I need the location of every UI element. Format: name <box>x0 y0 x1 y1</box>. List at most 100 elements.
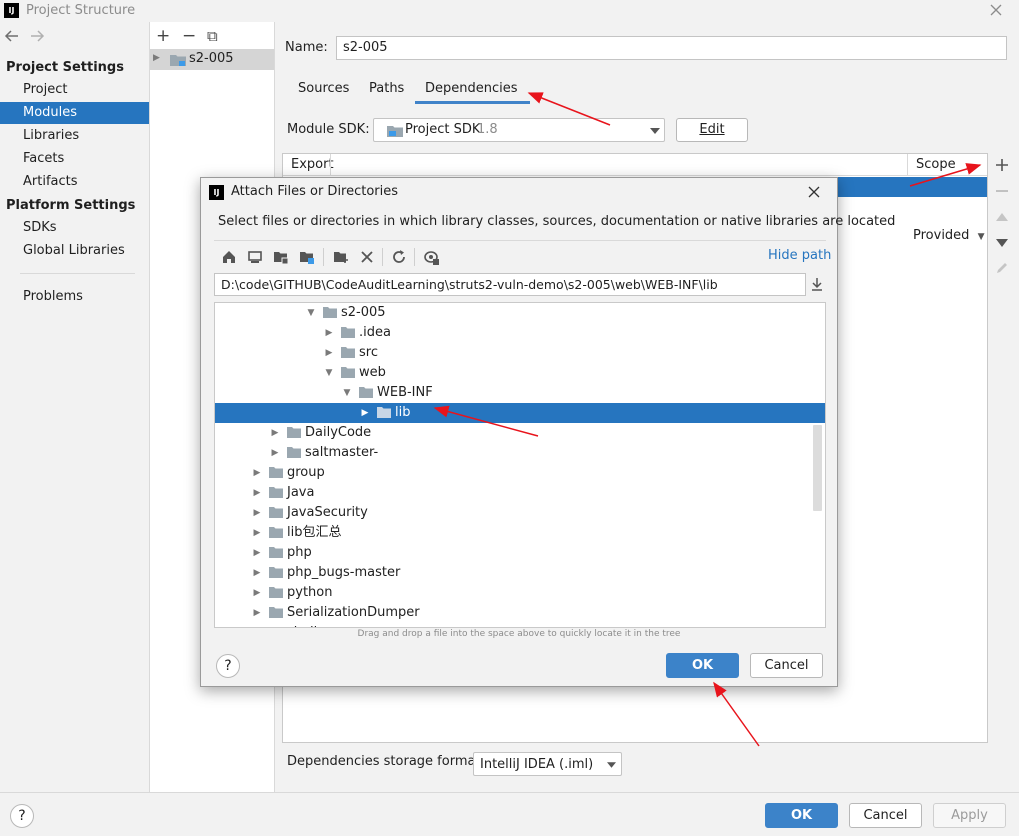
tree-item[interactable]: ▶ php_bugs-master <box>215 563 825 583</box>
tab-sources[interactable]: Sources <box>298 81 349 96</box>
dialog-divider <box>214 240 826 241</box>
chevron-right-icon[interactable]: ▶ <box>359 403 371 423</box>
chevron-down-icon: ▼ <box>977 232 985 242</box>
dialog-close-icon[interactable] <box>808 186 820 198</box>
chevron-right-icon[interactable]: ▶ <box>251 543 263 563</box>
forward-arrow-icon[interactable] <box>29 29 45 43</box>
help-button[interactable]: ? <box>10 804 34 828</box>
chevron-right-icon[interactable]: ▶ <box>251 583 263 603</box>
nav-item-modules[interactable]: Modules <box>0 102 149 124</box>
move-down-icon[interactable] <box>996 239 1008 247</box>
dialog-help-button[interactable]: ? <box>216 654 240 678</box>
storage-format-value: IntelliJ IDEA (.iml) <box>480 757 594 772</box>
add-module-button[interactable]: + <box>156 26 170 46</box>
move-up-icon[interactable] <box>996 213 1008 221</box>
nav-item-artifacts[interactable]: Artifacts <box>0 171 149 193</box>
module-row-s2-005[interactable]: ▶ s2-005 <box>150 49 274 70</box>
nav-item-sdks[interactable]: SDKs <box>0 217 149 239</box>
nav-item-libraries[interactable]: Libraries <box>0 125 149 147</box>
tree-item[interactable]: ▶ Java <box>215 483 825 503</box>
delete-icon[interactable] <box>358 248 376 266</box>
tree-item[interactable]: ▶ python <box>215 583 825 603</box>
tree-item[interactable]: ▶ shell <box>215 623 825 627</box>
show-hidden-icon[interactable] <box>422 248 440 266</box>
tree-item[interactable]: ▶ group <box>215 463 825 483</box>
copy-module-button[interactable]: ⧉ <box>207 27 218 45</box>
add-icon[interactable] <box>996 159 1008 171</box>
nav-item-problems[interactable]: Problems <box>0 286 149 308</box>
chevron-down-icon[interactable]: ▼ <box>323 363 335 383</box>
tree-scrollbar[interactable] <box>813 425 822 511</box>
folder-icon <box>287 447 301 458</box>
chevron-right-icon[interactable]: ▶ <box>323 343 335 363</box>
nav-item-global-libraries[interactable]: Global Libraries <box>0 240 149 262</box>
chevron-right-icon[interactable]: ▶ <box>251 483 263 503</box>
chevron-down-icon[interactable]: ▼ <box>341 383 353 403</box>
file-tree[interactable]: ▼ s2-005 ▶ .idea ▶ src ▼ web ▼ WEB-INF ▶ lib ▶ DailyC… <box>214 302 826 628</box>
chevron-right-icon[interactable]: ▶ <box>251 603 263 623</box>
module-folder-icon[interactable] <box>298 248 316 266</box>
cancel-button[interactable]: Cancel <box>849 803 922 828</box>
chevron-right-icon[interactable]: ▶ <box>323 323 335 343</box>
tree-item-label: group <box>287 465 325 480</box>
tree-item[interactable]: ▼ WEB-INF <box>215 383 825 403</box>
chevron-right-icon[interactable]: ▶ <box>269 423 281 443</box>
column-scope[interactable]: Scope <box>916 157 956 172</box>
chevron-right-icon[interactable]: ▶ <box>251 463 263 483</box>
chevron-right-icon[interactable]: ▶ <box>251 523 263 543</box>
folder-icon <box>287 427 301 438</box>
pencil-icon[interactable] <box>995 261 1009 275</box>
tree-item[interactable]: ▶ DailyCode <box>215 423 825 443</box>
chevron-right-icon[interactable]: ▶ <box>251 563 263 583</box>
expand-arrow-icon[interactable]: ▶ <box>153 53 160 63</box>
new-folder-icon[interactable] <box>332 248 350 266</box>
refresh-icon[interactable] <box>390 248 408 266</box>
module-name-input[interactable]: s2-005 <box>336 36 1007 60</box>
tree-item[interactable]: ▶ saltmaster- <box>215 443 825 463</box>
tree-item[interactable]: ▶ SerializationDumper <box>215 603 825 623</box>
tree-item[interactable]: ▶ lib <box>215 403 825 423</box>
folder-icon <box>269 487 283 498</box>
folder-icon <box>377 407 391 418</box>
desktop-icon[interactable] <box>246 248 264 266</box>
storage-format-dropdown[interactable]: IntelliJ IDEA (.iml) <box>473 752 622 776</box>
tree-item-label: s2-005 <box>341 305 386 320</box>
remove-icon[interactable] <box>996 185 1008 197</box>
dialog-ok-button[interactable]: OK <box>666 653 739 678</box>
chevron-right-icon[interactable]: ▶ <box>251 623 263 627</box>
dialog-cancel-button[interactable]: Cancel <box>750 653 823 678</box>
tree-item[interactable]: ▶ src <box>215 343 825 363</box>
scope-dropdown[interactable]: Provided ▼ <box>913 228 985 243</box>
tree-item[interactable]: ▼ web <box>215 363 825 383</box>
footer-divider <box>0 792 1019 793</box>
chevron-right-icon[interactable]: ▶ <box>269 443 281 463</box>
home-icon[interactable] <box>220 248 238 266</box>
back-arrow-icon[interactable] <box>4 29 20 43</box>
tree-item[interactable]: ▶ php <box>215 543 825 563</box>
edit-sdk-button[interactable]: Edit <box>676 118 748 142</box>
folder-icon <box>341 327 355 338</box>
tree-item[interactable]: ▼ s2-005 <box>215 303 825 323</box>
path-input[interactable]: D:\code\GITHUB\CodeAuditLearning\struts2… <box>214 273 806 296</box>
column-export[interactable]: Export <box>291 157 334 172</box>
module-sdk-dropdown[interactable]: Project SDK 1.8 <box>373 118 665 142</box>
hide-path-link[interactable]: Hide path <box>768 248 831 263</box>
tree-item[interactable]: ▶ .idea <box>215 323 825 343</box>
chevron-down-icon[interactable]: ▼ <box>305 303 317 323</box>
tab-paths[interactable]: Paths <box>369 81 404 96</box>
remove-module-button[interactable]: − <box>182 26 196 46</box>
chevron-right-icon[interactable]: ▶ <box>251 503 263 523</box>
tree-item[interactable]: ▶ JavaSecurity <box>215 503 825 523</box>
apply-button[interactable]: Apply <box>933 803 1006 828</box>
nav-item-project[interactable]: Project <box>0 79 149 101</box>
nav-item-facets[interactable]: Facets <box>0 148 149 170</box>
folder-icon <box>269 607 283 618</box>
close-icon[interactable] <box>989 3 1003 17</box>
intellij-app-icon: IJ <box>209 185 224 200</box>
ok-button[interactable]: OK <box>765 803 838 828</box>
project-folder-icon[interactable] <box>272 248 290 266</box>
download-icon[interactable] <box>810 277 824 291</box>
tree-item[interactable]: ▶ lib包汇总 <box>215 523 825 543</box>
scope-value: Provided <box>913 228 970 243</box>
tab-dependencies[interactable]: Dependencies <box>415 81 530 104</box>
